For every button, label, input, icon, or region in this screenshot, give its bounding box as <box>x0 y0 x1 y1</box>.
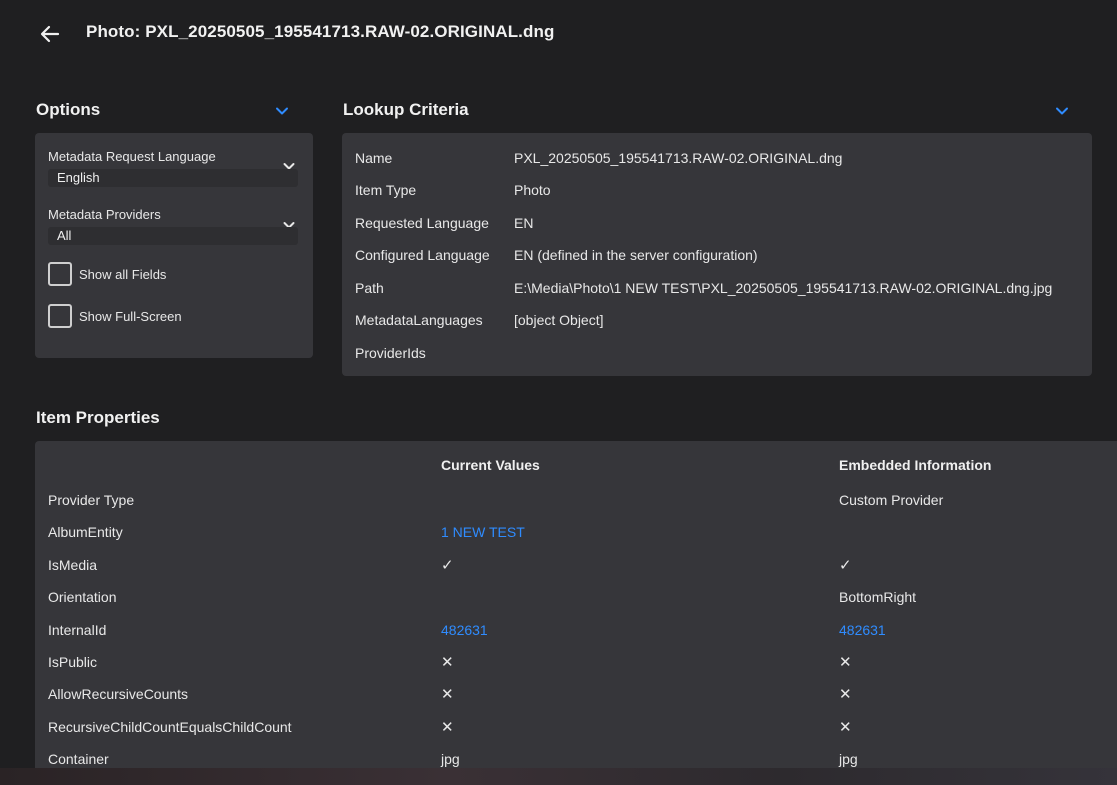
metadata-language-select[interactable]: English <box>48 169 298 187</box>
lookup-criteria-title: Lookup Criteria <box>343 100 469 119</box>
property-name: AlbumEntity <box>48 524 123 540</box>
lookup-value: EN <box>514 215 534 231</box>
metadata-language-label: Metadata Request Language <box>48 149 216 164</box>
show-all-fields-checkbox[interactable]: Show all Fields <box>48 262 166 286</box>
lookup-value: [object Object] <box>514 312 604 328</box>
options-card: Metadata Request Language English Metada… <box>35 133 313 358</box>
internal-id-link[interactable]: 482631 <box>441 622 488 638</box>
property-current-value: jpg <box>441 751 460 767</box>
x-mark-icon: ✕ <box>441 654 454 671</box>
property-embedded-value: jpg <box>839 751 858 767</box>
show-full-screen-checkbox[interactable]: Show Full-Screen <box>48 304 182 328</box>
lookup-value: PXL_20250505_195541713.RAW-02.ORIGINAL.d… <box>514 150 843 166</box>
lookup-key: ProviderIds <box>355 345 426 361</box>
options-collapse-button[interactable] <box>272 101 292 121</box>
internal-id-link[interactable]: 482631 <box>839 622 886 638</box>
item-properties-card: Current Values Embedded Information Prov… <box>35 441 1117 768</box>
taskbar-edge <box>0 768 1117 785</box>
property-name: IsMedia <box>48 557 98 573</box>
check-icon: ✓ <box>441 557 454 574</box>
column-header-current: Current Values <box>441 457 540 473</box>
item-properties-title: Item Properties <box>36 408 160 427</box>
property-name: IsPublic <box>48 654 98 670</box>
lookup-value: Photo <box>514 182 551 198</box>
property-name: RecursiveChildCountEqualsChildCount <box>48 719 292 735</box>
lookup-value: E:\Media\Photo\1 NEW TEST\PXL_20250505_1… <box>514 280 1053 296</box>
lookup-collapse-button[interactable] <box>1052 101 1072 121</box>
x-mark-icon: ✕ <box>441 686 454 703</box>
chevron-down-icon <box>276 107 288 115</box>
options-title: Options <box>36 100 101 119</box>
x-mark-icon: ✕ <box>839 719 852 736</box>
property-name: Container <box>48 751 109 767</box>
property-name: Provider Type <box>48 492 135 508</box>
metadata-providers-label: Metadata Providers <box>48 207 161 222</box>
checkbox-box[interactable] <box>48 262 72 286</box>
lookup-key: Item Type <box>355 182 417 198</box>
check-icon: ✓ <box>839 557 852 574</box>
lookup-key: Requested Language <box>355 215 489 231</box>
lookup-key: Path <box>355 280 384 296</box>
chevron-down-icon <box>1056 107 1068 115</box>
x-mark-icon: ✕ <box>839 686 852 703</box>
show-all-fields-label: Show all Fields <box>79 266 167 282</box>
back-button[interactable] <box>36 20 64 48</box>
checkbox-box[interactable] <box>48 304 72 328</box>
lookup-value: EN (defined in the server configuration) <box>514 247 758 263</box>
column-header-embedded: Embedded Information <box>839 457 992 473</box>
show-full-screen-label: Show Full-Screen <box>79 308 182 324</box>
property-name: AllowRecursiveCounts <box>48 686 189 702</box>
metadata-providers-select[interactable]: All <box>48 227 298 245</box>
lookup-key: Name <box>355 150 393 166</box>
property-embedded-value: BottomRight <box>839 589 917 605</box>
lookup-key: MetadataLanguages <box>355 312 483 328</box>
property-embedded-value: Custom Provider <box>839 492 944 508</box>
lookup-key: Configured Language <box>355 247 490 263</box>
album-link[interactable]: 1 NEW TEST <box>441 524 525 540</box>
arrow-left-icon <box>40 25 60 43</box>
app-page: Photo: PXL_20250505_195541713.RAW-02.ORI… <box>0 0 1117 768</box>
x-mark-icon: ✕ <box>839 654 852 671</box>
lookup-criteria-card: Name PXL_20250505_195541713.RAW-02.ORIGI… <box>342 133 1092 376</box>
page-title: Photo: PXL_20250505_195541713.RAW-02.ORI… <box>86 22 555 41</box>
property-name: Orientation <box>48 589 117 605</box>
x-mark-icon: ✕ <box>441 719 454 736</box>
property-name: InternalId <box>48 622 107 638</box>
